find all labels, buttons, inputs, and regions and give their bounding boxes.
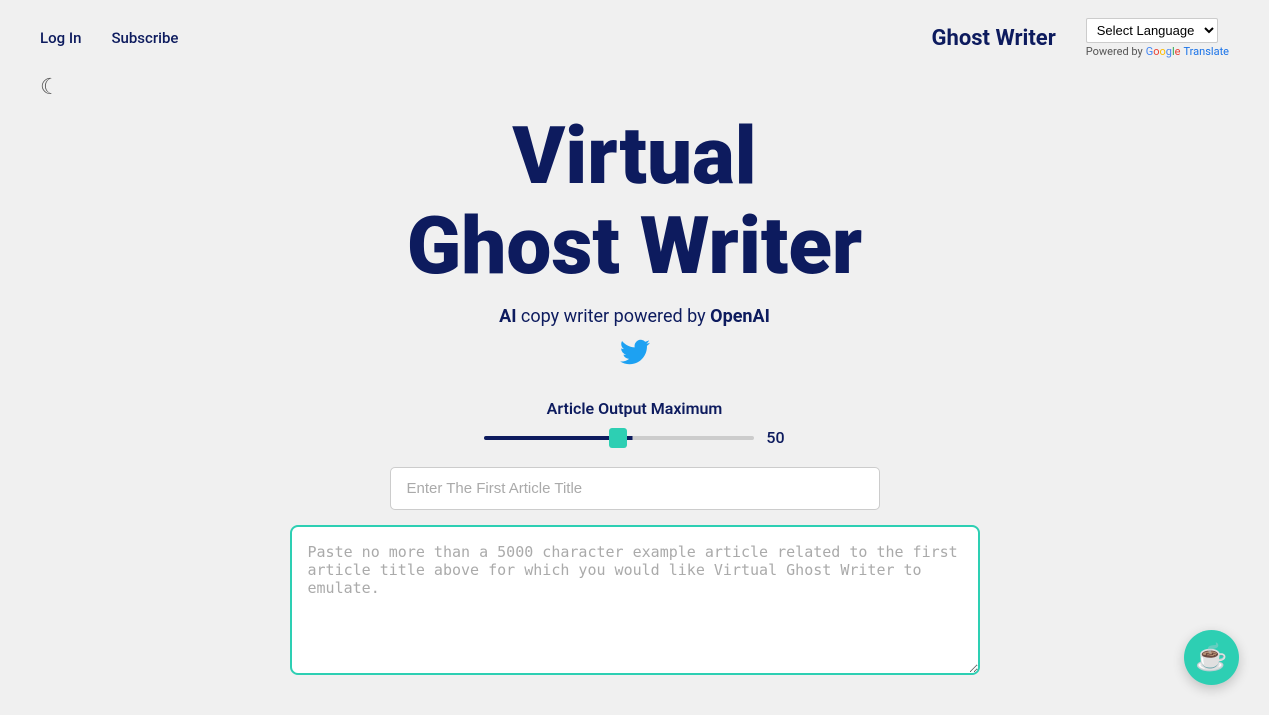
coffee-button[interactable]: ☕ <box>1184 630 1239 685</box>
title-ghost-writer: Ghost Writer <box>407 206 863 286</box>
title-virtual: Virtual <box>512 116 756 196</box>
login-link[interactable]: Log In <box>40 29 81 47</box>
slider-label: Article Output Maximum <box>547 399 723 418</box>
slider-section: Article Output Maximum 50 <box>0 399 1269 447</box>
subtitle-openai: OpenAI <box>710 306 770 327</box>
twitter-icon[interactable] <box>620 337 650 374</box>
translate-container: Select Language Powered by Google Transl… <box>1086 18 1229 58</box>
output-slider[interactable] <box>484 436 754 440</box>
language-select[interactable]: Select Language <box>1086 18 1218 43</box>
subscribe-link[interactable]: Subscribe <box>111 29 178 47</box>
header: Log In Subscribe Ghost Writer Select Lan… <box>0 0 1269 76</box>
subtitle-ai: AI <box>499 306 516 327</box>
translate-link[interactable]: Translate <box>1184 45 1230 58</box>
article-title-input[interactable] <box>390 467 880 510</box>
powered-by-text: Powered by <box>1086 45 1143 58</box>
powered-by: Powered by Google Translate <box>1086 45 1229 58</box>
main-content: Virtual Ghost Writer AI copy writer powe… <box>0 76 1269 675</box>
header-right: Ghost Writer Select Language Powered by … <box>932 18 1229 58</box>
google-logo: Google <box>1146 45 1181 58</box>
header-left: Log In Subscribe <box>40 29 178 47</box>
article-body-textarea[interactable] <box>290 525 980 675</box>
slider-row: 50 <box>484 428 784 447</box>
subtitle: AI copy writer powered by OpenAI <box>499 306 770 327</box>
dark-mode-toggle[interactable]: ☾ <box>40 75 60 100</box>
slider-value: 50 <box>766 428 784 447</box>
brand-name: Ghost Writer <box>932 26 1056 51</box>
